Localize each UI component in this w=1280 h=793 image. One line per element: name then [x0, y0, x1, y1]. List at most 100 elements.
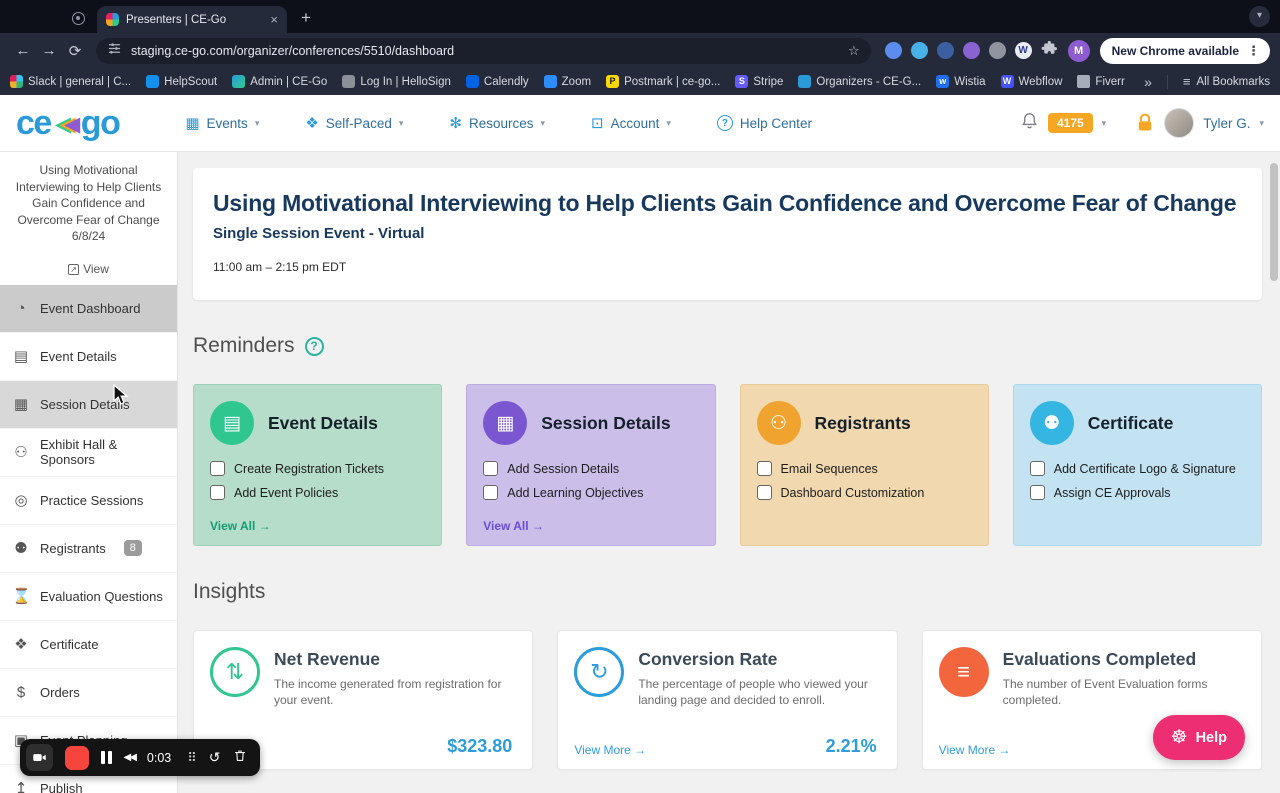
bookmark-item[interactable]: Admin | CE-Go [232, 75, 327, 88]
stop-recording-button[interactable] [65, 745, 89, 770]
bell-icon[interactable] [1020, 111, 1039, 135]
address-bar[interactable]: staging.ce-go.com/organizer/conferences/… [96, 37, 871, 64]
ribbon-icon: ❖ [14, 636, 28, 653]
nav-events[interactable]: ▦ Events ▾ [185, 114, 259, 132]
help-circle-icon[interactable]: ? [304, 336, 324, 356]
sidebar-item-practice-sessions[interactable]: ◎ Practice Sessions [0, 477, 177, 525]
nav-self-paced[interactable]: ❖ Self-Paced ▾ [305, 114, 403, 132]
chevron-down-icon[interactable]: ▾ [1259, 118, 1264, 129]
bookmark-item[interactable]: Postmark | ce-go... [606, 75, 720, 88]
bookmark-label: Webflow [1018, 75, 1063, 88]
bookmark-item[interactable]: Webflow [1000, 75, 1063, 88]
bookmark-item[interactable]: Zoom [543, 75, 591, 88]
sidebar-item-exhibit-hall[interactable]: ⚇ Exhibit Hall & Sponsors [0, 429, 177, 477]
extension-icon[interactable] [962, 42, 980, 59]
pause-button[interactable] [101, 751, 112, 764]
user-avatar[interactable] [1164, 108, 1195, 138]
reminder-card-title: Certificate [1087, 412, 1174, 433]
folder-icon [1077, 75, 1091, 88]
user-name[interactable]: Tyler G. [1203, 116, 1250, 131]
bookmark-label: HelpScout [164, 75, 218, 88]
bookmark-item[interactable]: Calendly [465, 75, 529, 88]
sidebar-item-event-dashboard[interactable]: ◔ Event Dashboard [0, 284, 177, 333]
extension-icon[interactable] [884, 42, 902, 59]
stripe-icon [735, 75, 749, 88]
sidebar-item-event-details[interactable]: ▤ Event Details [0, 333, 177, 381]
checkbox[interactable] [756, 485, 772, 500]
extensions-puzzle-icon[interactable] [1041, 40, 1058, 62]
sidebar-event-title: Using Motivational Interviewing to Help … [15, 163, 162, 227]
view-more-link[interactable]: View More → [574, 743, 646, 757]
tab-close-icon[interactable]: × [270, 12, 278, 27]
bookmark-item[interactable]: Organizers - CE-G... [798, 75, 921, 88]
view-event-link[interactable]: ↗ View [68, 262, 109, 276]
camera-icon[interactable] [26, 744, 53, 771]
bookmark-star-icon[interactable]: ☆ [848, 43, 860, 59]
sidebar-item-orders[interactable]: $ Orders [0, 669, 177, 717]
checkbox[interactable] [483, 461, 499, 476]
checkbox[interactable] [1029, 485, 1045, 500]
lock-icon[interactable] [1135, 113, 1155, 133]
nav-account[interactable]: ⊡ Account ▾ [591, 114, 671, 132]
chrome-update-button[interactable]: New Chrome available ⋮ [1099, 37, 1270, 64]
all-bookmarks-button[interactable]: ≡ All Bookmarks [1183, 74, 1270, 89]
extension-icon[interactable] [988, 42, 1006, 59]
bookmark-item[interactable]: Wistia [936, 75, 986, 88]
checkbox[interactable] [1029, 461, 1045, 476]
tab-search-button[interactable]: ▾ [1249, 6, 1270, 27]
bookmark-item[interactable]: HelpScout [146, 75, 217, 88]
browser-tab[interactable]: Presenters | CE-Go × [97, 6, 287, 33]
extension-icon[interactable] [910, 42, 928, 59]
calendar-icon: ▦ [185, 115, 200, 132]
browser-profile-avatar[interactable]: M [1067, 39, 1090, 62]
checkbox[interactable] [210, 461, 225, 476]
url-text[interactable]: staging.ce-go.com/organizer/conferences/… [131, 44, 839, 58]
site-info-icon[interactable] [107, 41, 122, 61]
reload-button[interactable]: ⟳ [62, 42, 88, 60]
view-more-link[interactable]: View More → [939, 743, 1011, 757]
logo-text-right: go [80, 103, 121, 142]
insight-cards-row: ⇅ Net Revenue The income generated from … [193, 630, 1262, 770]
bookmark-item[interactable]: Fiverr [1077, 75, 1125, 88]
extension-icon[interactable] [1014, 42, 1032, 59]
bookmarks-overflow-icon[interactable]: » [1144, 74, 1152, 90]
notification-count-badge[interactable]: 4175 [1047, 113, 1093, 133]
bookmark-item[interactable]: Stripe [735, 75, 783, 88]
forward-button[interactable]: → [36, 42, 62, 59]
view-all-link[interactable]: View All → [483, 519, 544, 533]
checkbox[interactable] [756, 461, 772, 476]
help-button-label: Help [1195, 729, 1227, 746]
trash-icon[interactable] [233, 748, 247, 768]
chevron-down-icon[interactable]: ▾ [1102, 118, 1107, 129]
browser-menu-icon[interactable]: ⋮ [1247, 43, 1260, 59]
bookmark-item[interactable]: Log In | HelloSign [342, 75, 451, 88]
checkbox[interactable] [210, 485, 225, 500]
sidebar-event-info: Using Motivational Interviewing to Help … [0, 152, 177, 277]
help-button[interactable]: ☸ Help [1152, 715, 1245, 760]
sidebar-item-label: Practice Sessions [40, 492, 144, 508]
back-button[interactable]: ← [10, 42, 36, 59]
sidebar-item-evaluation-questions[interactable]: ⌛ Evaluation Questions [0, 573, 177, 621]
nav-help-center[interactable]: ? Help Center [716, 115, 812, 131]
extension-icon[interactable] [936, 42, 954, 59]
sidebar-item-session-details[interactable]: ▦ Session Details [0, 380, 177, 429]
divider [1166, 74, 1168, 89]
helpscout-icon [146, 75, 160, 88]
checkbox-label: Create Registration Tickets [234, 461, 385, 476]
checkbox[interactable] [483, 485, 499, 500]
cego-logo[interactable]: ce go [16, 103, 121, 143]
insight-description: The number of Event Evaluation forms com… [1002, 677, 1208, 707]
drag-handle-icon[interactable]: ⠿ [187, 750, 197, 766]
restart-icon[interactable]: ↺ [209, 749, 221, 766]
new-tab-button[interactable]: + [301, 8, 311, 28]
bookmark-item[interactable]: Slack | general | C... [10, 75, 131, 88]
rewind-icon[interactable]: ◀◀ [124, 752, 137, 763]
bookmark-label: Wistia [954, 75, 986, 88]
sidebar-item-certificate[interactable]: ❖ Certificate [0, 621, 177, 669]
sidebar-item-registrants[interactable]: ⚉ Registrants 8 [0, 525, 177, 573]
dollar-icon: $ [16, 683, 26, 701]
users-icon: ⚉ [14, 540, 28, 557]
view-all-link[interactable]: View All → [210, 519, 271, 533]
nav-resources[interactable]: ✻ Resources ▾ [449, 114, 545, 132]
scrollbar-thumb[interactable] [1270, 163, 1278, 281]
